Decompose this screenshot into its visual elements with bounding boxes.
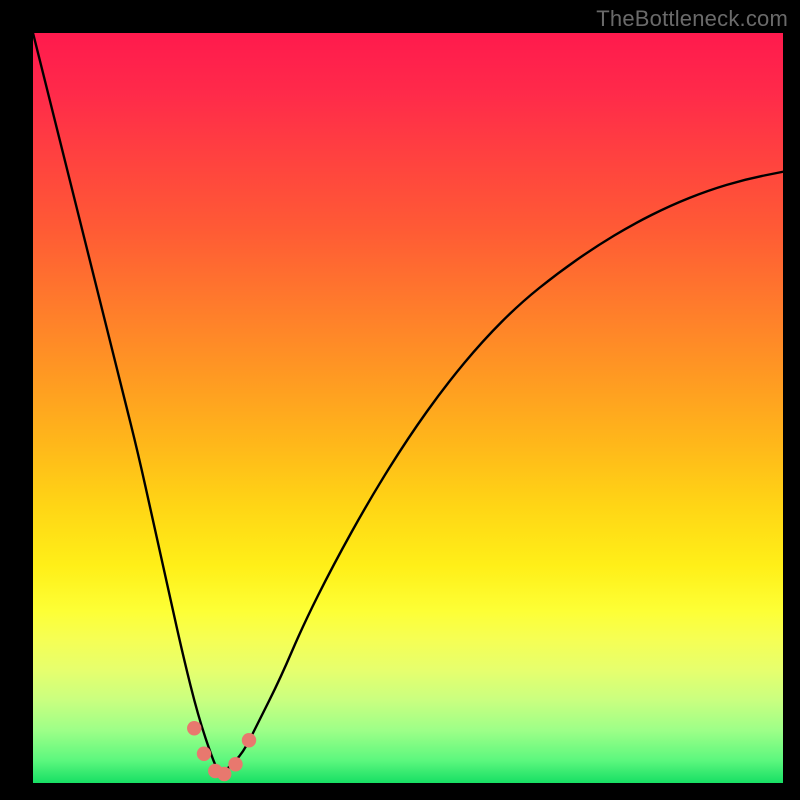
curve-marker <box>187 721 201 735</box>
chart-overlay <box>33 33 783 783</box>
curve-marker <box>217 767 231 781</box>
curve-marker <box>228 757 242 771</box>
chart-frame: TheBottleneck.com <box>0 0 800 800</box>
watermark-text: TheBottleneck.com <box>596 6 788 32</box>
bottleneck-curve <box>33 33 783 773</box>
curve-minimum-markers <box>187 721 256 781</box>
curve-marker <box>197 747 211 761</box>
curve-marker <box>242 733 256 747</box>
